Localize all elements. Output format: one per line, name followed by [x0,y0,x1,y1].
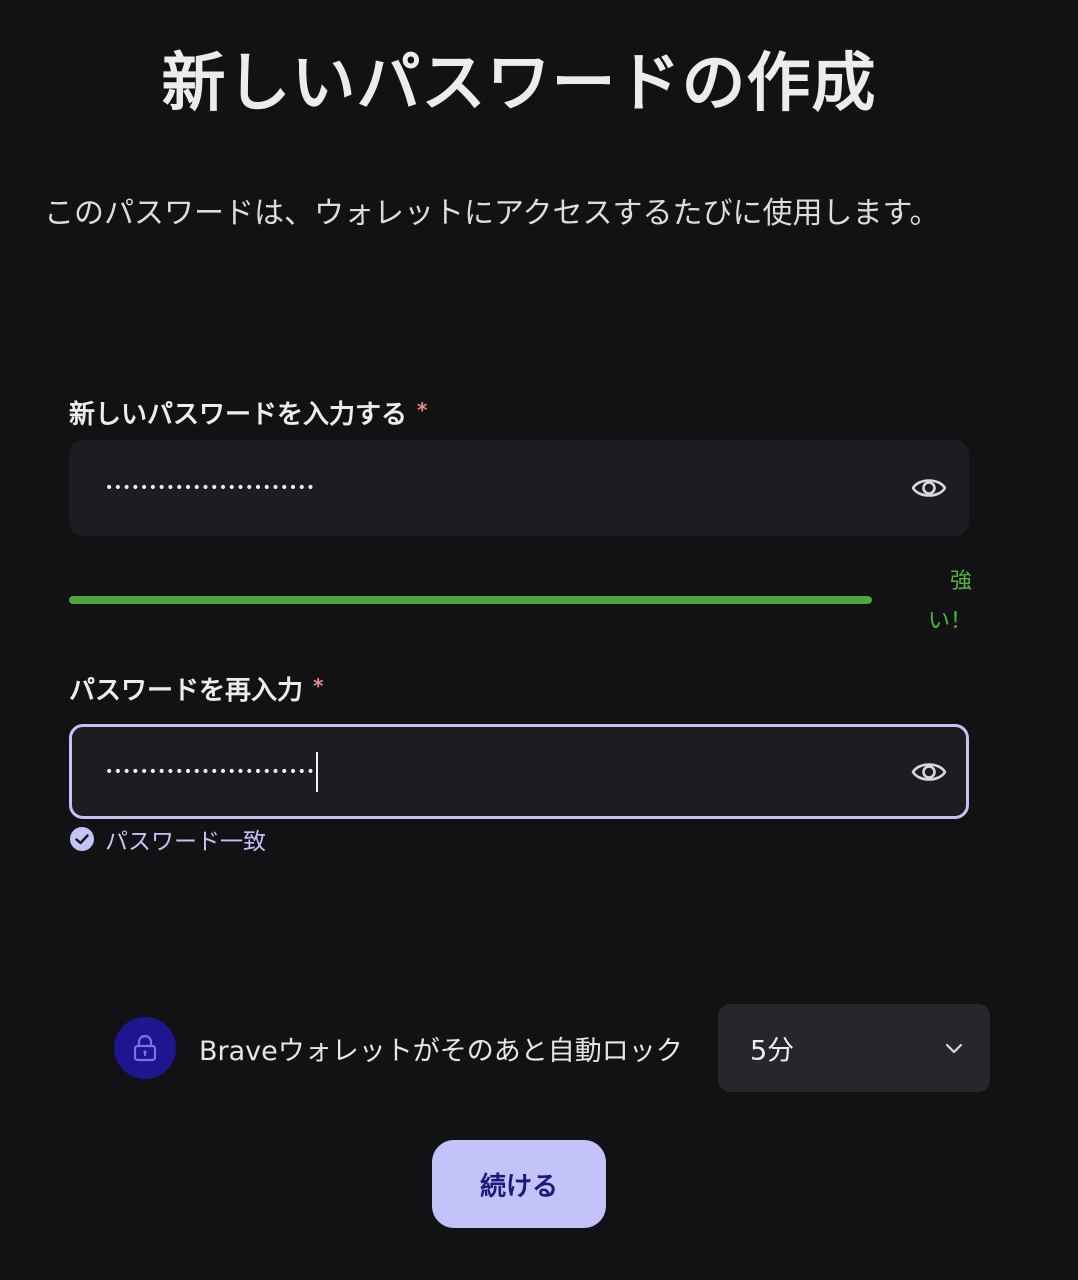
password-strength-fill [69,596,872,604]
autolock-row: Braveウォレットがそのあと自動ロック [114,1004,694,1092]
lock-icon [114,1017,176,1079]
page-subtitle: このパスワードは、ウォレットにアクセスするたびに使用します。 [44,196,940,231]
required-mark: * [313,674,324,698]
eye-icon[interactable] [911,470,947,506]
required-mark: * [417,398,428,422]
eye-icon[interactable] [911,754,947,790]
create-password-page: 新しいパスワードの作成 このパスワードは、ウォレットにアクセスするたびに使用しま… [0,0,1078,1280]
autolock-duration-select[interactable]: 5分 [718,1004,990,1092]
new-password-label: 新しいパスワードを入力する * [69,392,427,433]
new-password-label-text: 新しいパスワードを入力する [69,400,408,430]
continue-button[interactable]: 続ける [432,1140,606,1228]
confirm-password-label: パスワードを再入力 * [69,668,323,709]
check-circle-icon [69,826,95,852]
confirm-password-value-wrap: •••••••••••••••••••••••• [105,751,319,792]
password-match-text: パスワード一致 [105,829,266,855]
password-strength-label: 強い！ [927,569,972,634]
confirm-password-field[interactable]: •••••••••••••••••••••••• [69,724,969,819]
page-title: 新しいパスワードの作成 [161,47,877,121]
chevron-down-icon [942,1036,966,1060]
new-password-field[interactable]: •••••••••••••••••••••••• [69,440,969,536]
autolock-selected-value: 5分 [750,1035,795,1067]
password-match-indicator: パスワード一致 [69,822,266,856]
autolock-label: Braveウォレットがそのあと自動ロック [199,1035,683,1067]
password-strength-bar [69,596,872,604]
confirm-password-label-text: パスワードを再入力 [69,676,304,706]
text-caret [316,751,319,792]
new-password-value: •••••••••••••••••••••••• [105,480,316,496]
confirm-password-value: •••••••••••••••••••••••• [105,763,316,780]
